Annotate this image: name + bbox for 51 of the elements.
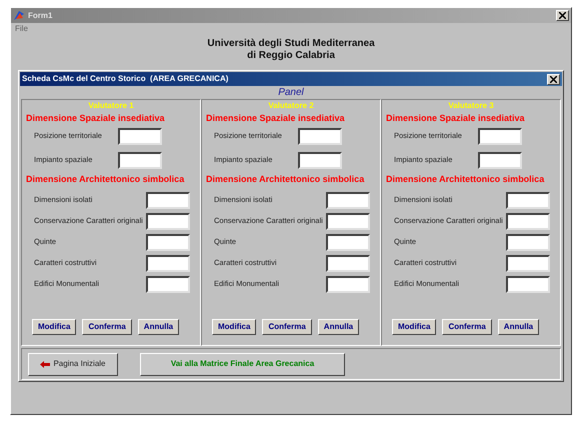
close-button[interactable] (547, 74, 560, 84)
action-button[interactable]: Conferma (262, 319, 312, 335)
app-icon (13, 10, 25, 21)
dialog-title: Scheda CsMc del Centro Storico (AREA GRECANICA) (22, 73, 230, 85)
column-title: Valutatore 2 (267, 100, 315, 111)
input-field[interactable] (118, 128, 162, 144)
input-field[interactable] (326, 276, 370, 292)
input-field[interactable] (506, 276, 550, 292)
window-title: Form1 (28, 10, 54, 22)
action-button[interactable]: Annulla (138, 319, 180, 335)
input-field[interactable] (146, 234, 190, 250)
action-button[interactable]: Annulla (498, 319, 540, 335)
action-button[interactable]: Modifica (32, 319, 76, 335)
input-field[interactable] (146, 212, 190, 230)
input-field[interactable] (146, 276, 190, 292)
close-icon (559, 12, 566, 19)
input-field[interactable] (506, 212, 550, 230)
input-field[interactable] (326, 192, 370, 208)
input-field[interactable] (326, 234, 370, 250)
input-field[interactable] (506, 192, 550, 208)
section-heading: Dimensione Architettonico simbolica (26, 173, 186, 185)
column-title: Valutatore 1 (87, 100, 135, 111)
input-field[interactable] (478, 152, 522, 168)
university-heading: Università degli Studi Mediterranea (207, 38, 375, 50)
column-title: Valutatore 3 (447, 100, 495, 111)
section-heading: Dimensione Architettonico simbolica (386, 173, 546, 185)
close-icon (550, 76, 557, 82)
input-field[interactable] (146, 192, 190, 208)
arrow-left-icon (40, 360, 50, 368)
section-heading: Dimensione Spaziale insediativa (386, 112, 526, 124)
input-field[interactable] (478, 128, 522, 144)
input-field[interactable] (118, 152, 162, 168)
close-button[interactable] (556, 10, 569, 21)
input-field[interactable] (506, 234, 550, 250)
action-button[interactable]: Conferma (442, 319, 492, 335)
action-button[interactable]: Modifica (392, 319, 436, 335)
action-button[interactable]: Modifica (212, 319, 256, 335)
section-heading: Dimensione Spaziale insediativa (206, 112, 346, 124)
input-field[interactable] (146, 254, 190, 272)
section-heading: Dimensione Architettonico simbolica (206, 173, 366, 185)
action-button[interactable]: Annulla (318, 319, 360, 335)
action-button[interactable]: Conferma (82, 319, 132, 335)
section-heading: Dimensione Spaziale insediativa (26, 112, 166, 124)
input-field[interactable] (506, 254, 550, 272)
home-button[interactable]: Pagina Iniziale (28, 352, 118, 376)
input-field[interactable] (298, 152, 342, 168)
input-field[interactable] (326, 212, 370, 230)
panel-label: Panel (277, 87, 305, 99)
input-field[interactable] (326, 254, 370, 272)
input-field[interactable] (298, 128, 342, 144)
university-heading: di Reggio Calabria (247, 50, 335, 62)
